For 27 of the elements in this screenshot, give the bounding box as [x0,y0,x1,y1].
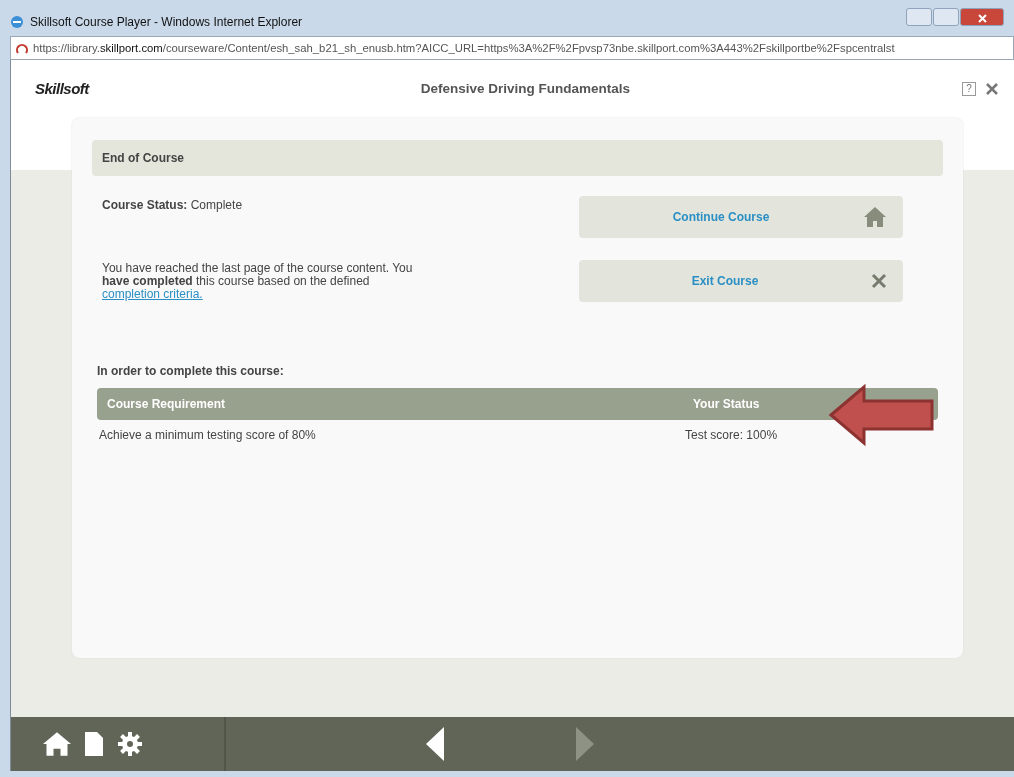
completion-criteria-link[interactable]: completion criteria. [102,287,203,302]
url-text: https://library.skillport.com/courseware/Content/esh_sah_b21_sh_enusb.htm?AICC_URL=https%3A%2F%2Fpvsp73nbe.skillport.com%3A443%2Fskillportbe%2Fspcentralst [33,40,895,56]
course-status: Course Status: Complete [102,197,244,214]
table-cell-text: Achieve a minimum testing score of 80% [99,427,317,444]
settings-icon[interactable] [117,731,143,757]
close-icon[interactable] [986,83,998,95]
close-button[interactable] [960,8,1004,26]
document-icon[interactable] [85,732,103,756]
address-bar[interactable]: https://library.skillport.com/courseware/Content/esh_sah_b21_sh_enusb.htm?AICC_URL=https%3A%2F%2Fpvsp73nbe.skillport.com%3A443%2Fskillportbe%2Fspcentralst [10,36,1014,60]
loading-icon [15,41,29,55]
home-icon[interactable] [43,731,71,757]
browser-icon [10,15,24,29]
continue-button[interactable]: Continue Course [579,196,903,238]
table-header: Course Requirement Your Status [97,388,938,420]
requirements-heading: In order to complete this course: [97,363,285,380]
exit-button[interactable]: Exit Course [579,260,903,302]
close-icon [977,13,987,23]
home-icon [863,205,887,229]
section-header: End of Course [92,140,943,176]
table-cell-text: Test score: 100% [685,427,778,444]
window-title: Skillsoft Course Player - Windows Internet Explorer [30,14,303,31]
logo: Skillsoft [35,78,89,99]
completion-message: You have reached the last page of the course content. You have completed this course based on the defined completion criteria. [102,262,414,302]
course-title: Defensive Driving Fundamentals [419,79,632,98]
help-button[interactable]: ? [962,82,976,96]
close-icon [871,273,887,289]
back-button[interactable] [424,727,446,761]
